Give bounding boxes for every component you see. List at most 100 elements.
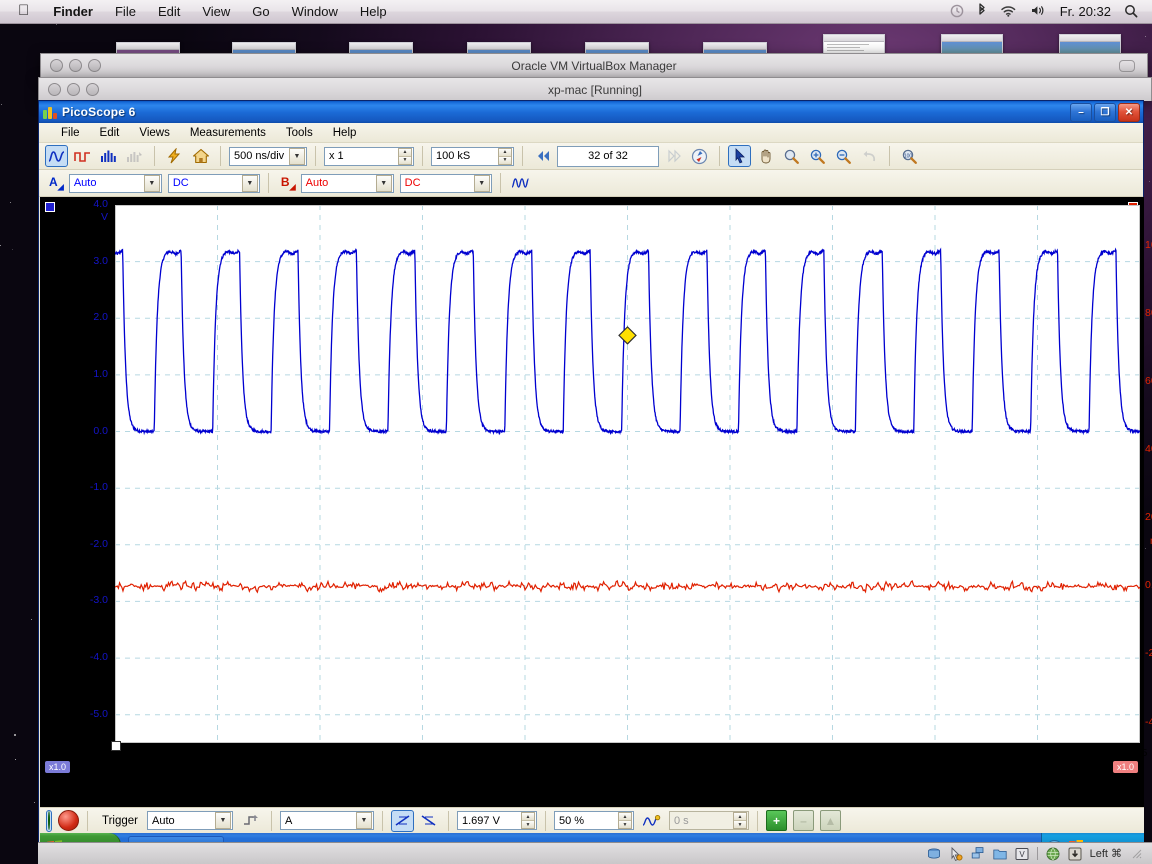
falling-edge-button[interactable]: [417, 810, 440, 832]
picoscope-titlebar[interactable]: PicoScope 6 – ❐ ✕: [39, 101, 1143, 123]
picoscope-window[interactable]: PicoScope 6 – ❐ ✕ File Edit Views Measur…: [38, 100, 1144, 864]
vm-window-controls[interactable]: [39, 83, 99, 96]
add-view-button[interactable]: +: [766, 810, 787, 831]
next-buffer-button[interactable]: [662, 145, 685, 167]
channel-a-indicator[interactable]: [45, 202, 55, 212]
menu-item-help[interactable]: Help: [349, 4, 398, 19]
time-offset-handle[interactable]: [111, 741, 121, 751]
undo-zoom-button[interactable]: [858, 145, 881, 167]
menu-item-finder[interactable]: Finder: [42, 4, 104, 19]
zoom-factor-stepper[interactable]: ▲▼: [398, 148, 412, 165]
chevron-down-icon[interactable]: ▼: [144, 175, 160, 192]
time-machine-icon[interactable]: [950, 4, 964, 20]
samples-stepper[interactable]: ▲▼: [498, 148, 512, 165]
chevron-down-icon[interactable]: ▼: [356, 812, 372, 829]
menu-item-view[interactable]: View: [191, 4, 241, 19]
minimize-button[interactable]: [69, 59, 82, 72]
zoom-in-tool-button[interactable]: [806, 145, 829, 167]
bluetooth-icon[interactable]: [977, 3, 987, 20]
menu-edit[interactable]: Edit: [90, 127, 130, 139]
spectrum-view-button[interactable]: [71, 145, 94, 167]
trigger-mode-select[interactable]: Auto ▼: [147, 811, 233, 830]
menu-measurements[interactable]: Measurements: [180, 127, 276, 139]
channel-b-range-select[interactable]: Auto ▼: [301, 174, 394, 193]
chevron-down-icon[interactable]: ▼: [242, 175, 258, 192]
menu-item-file[interactable]: File: [104, 4, 147, 19]
stop-button[interactable]: [58, 810, 79, 831]
samples-spinner[interactable]: 100 kS ▲▼: [431, 147, 514, 166]
x-axis-multiplier-badge[interactable]: x1.0: [45, 761, 70, 773]
buffer-position[interactable]: 32 of 32: [557, 146, 659, 167]
zoom-factor-spinner[interactable]: x 1 ▲▼: [324, 147, 414, 166]
zoom-100-button[interactable]: 100: [898, 145, 921, 167]
capture-icon[interactable]: [1068, 847, 1082, 861]
run-button-wrap[interactable]: [46, 810, 52, 832]
globe-icon[interactable]: [1046, 847, 1060, 861]
hard-disk-icon[interactable]: [927, 847, 941, 861]
channel-b-coupling-select[interactable]: DC ▼: [400, 174, 492, 193]
virtualbox-manager-window[interactable]: Oracle VM VirtualBox Manager: [40, 53, 1148, 77]
pretrigger-spinner[interactable]: 50 % ▲▼: [554, 811, 634, 830]
menu-views[interactable]: Views: [129, 127, 179, 139]
chevron-down-icon[interactable]: ▼: [474, 175, 490, 192]
close-button[interactable]: [50, 59, 63, 72]
remove-view-button[interactable]: –: [793, 810, 814, 831]
pretrigger-stepper[interactable]: ▲▼: [618, 812, 632, 829]
menu-item-edit[interactable]: Edit: [147, 4, 191, 19]
virtualbox-manager-titlebar[interactable]: Oracle VM VirtualBox Manager: [41, 54, 1147, 77]
channel-a-range-select[interactable]: Auto ▼: [69, 174, 162, 193]
search-icon[interactable]: [1124, 4, 1138, 20]
menu-tools[interactable]: Tools: [276, 127, 323, 139]
advanced-options-button[interactable]: [509, 172, 532, 194]
zoom-out-tool-button[interactable]: [832, 145, 855, 167]
first-buffer-button[interactable]: [531, 145, 554, 167]
menu-item-window[interactable]: Window: [281, 4, 349, 19]
apple-menu-icon[interactable]: : [8, 3, 42, 20]
trigger-threshold-spinner[interactable]: 1.697 V ▲▼: [457, 811, 537, 830]
persistence-view-button[interactable]: [97, 145, 120, 167]
collapse-view-button[interactable]: ▲: [820, 810, 841, 831]
trigger-source-select[interactable]: A ▼: [280, 811, 374, 830]
virtualbox-vm-titlebar[interactable]: xp-mac [Running]: [39, 78, 1151, 101]
volume-icon[interactable]: [1030, 4, 1047, 19]
mouse-pointer-icon[interactable]: [949, 847, 963, 861]
chevron-down-icon[interactable]: ▼: [376, 175, 392, 192]
picoscope-window-buttons[interactable]: – ❐ ✕: [1070, 103, 1143, 122]
hand-tool-button[interactable]: [754, 145, 777, 167]
wifi-icon[interactable]: [1000, 4, 1017, 19]
maximize-button[interactable]: ❐: [1094, 103, 1116, 122]
close-button[interactable]: ✕: [1118, 103, 1140, 122]
trigger-delay-stepper[interactable]: ▲▼: [733, 812, 747, 829]
resize-grip[interactable]: [1132, 849, 1142, 859]
trigger-marker[interactable]: [115, 205, 1140, 743]
display-icon[interactable]: V: [1015, 847, 1029, 861]
virtualbox-vm-window[interactable]: xp-mac [Running]: [38, 77, 1152, 101]
menu-bar-clock[interactable]: Fr. 20:32: [1060, 4, 1111, 19]
vm-minimize-button[interactable]: [67, 83, 80, 96]
channel-a-coupling-select[interactable]: DC ▼: [168, 174, 260, 193]
pointer-tool-button[interactable]: [728, 145, 751, 167]
autosetup-button[interactable]: [163, 145, 186, 167]
window-controls[interactable]: [41, 59, 101, 72]
vm-zoom-button[interactable]: [86, 83, 99, 96]
channel-a-label[interactable]: A◢: [45, 175, 66, 191]
menu-file[interactable]: File: [51, 127, 90, 139]
network-icon[interactable]: [971, 847, 985, 861]
chevron-down-icon[interactable]: ▼: [289, 148, 305, 165]
zoom-select-tool-button[interactable]: [780, 145, 803, 167]
rising-edge-button[interactable]: [391, 810, 414, 832]
scope-display[interactable]: 4.03.02.01.00.0-1.0-2.0-3.0-4.0-5.0 V 10…: [40, 197, 1144, 839]
trigger-delay-spinner[interactable]: 0 s ▲▼: [669, 811, 749, 830]
trigger-edge-button[interactable]: [240, 810, 263, 832]
chevron-down-icon[interactable]: ▼: [215, 812, 231, 829]
home-button[interactable]: [189, 145, 212, 167]
plot-area[interactable]: [115, 205, 1140, 743]
vm-close-button[interactable]: [48, 83, 61, 96]
minimize-button[interactable]: –: [1070, 103, 1092, 122]
shared-folder-icon[interactable]: [993, 847, 1007, 861]
scope-view-button[interactable]: [45, 145, 68, 167]
run-button[interactable]: [48, 811, 50, 830]
trigger-threshold-stepper[interactable]: ▲▼: [521, 812, 535, 829]
menu-item-go[interactable]: Go: [241, 4, 280, 19]
toolbar-toggle-button[interactable]: [1119, 60, 1135, 72]
